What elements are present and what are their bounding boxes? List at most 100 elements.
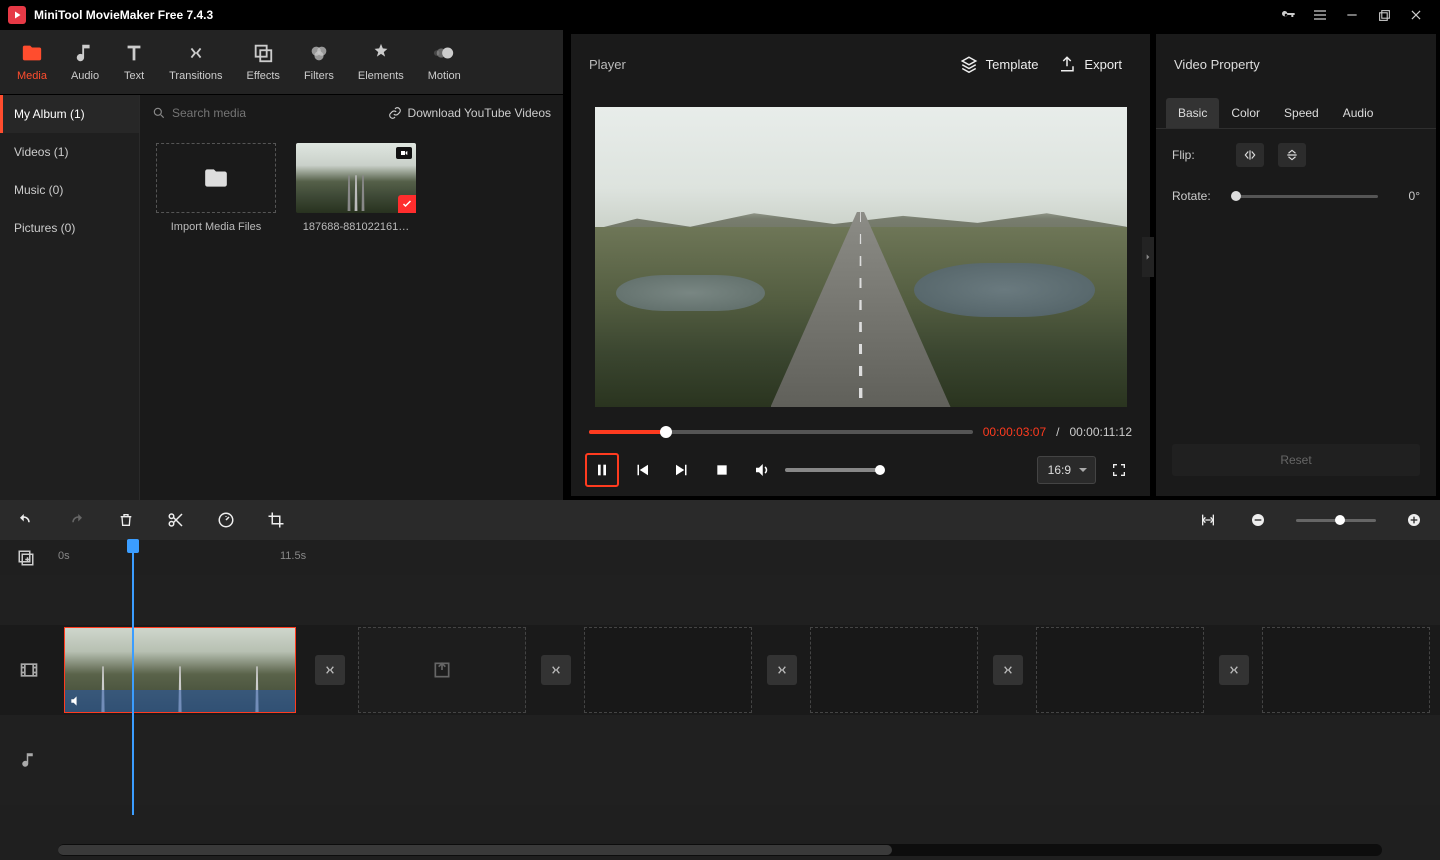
- export-icon: [1058, 55, 1076, 73]
- tab-media[interactable]: Media: [5, 30, 59, 95]
- album-item-myalbum[interactable]: My Album (1): [0, 95, 139, 133]
- timeline-hscrollbar[interactable]: [58, 844, 1382, 856]
- rotate-slider[interactable]: [1236, 195, 1378, 198]
- zoom-out-button[interactable]: [1246, 508, 1270, 532]
- crop-button[interactable]: [264, 508, 288, 532]
- preview-area: [571, 94, 1150, 420]
- time-total: 00:00:11:12: [1069, 425, 1132, 439]
- time-separator: /: [1056, 425, 1059, 439]
- tab-motion[interactable]: Motion: [416, 30, 473, 95]
- album-item-music[interactable]: Music (0): [0, 171, 139, 209]
- timeline-clip-1[interactable]: [64, 627, 296, 713]
- license-key-icon[interactable]: [1272, 0, 1304, 30]
- fullscreen-button[interactable]: [1102, 453, 1136, 487]
- search-icon: [152, 106, 166, 120]
- empty-slot-3[interactable]: [810, 627, 978, 713]
- menu-icon[interactable]: [1304, 0, 1336, 30]
- clip-thumbnail[interactable]: [296, 143, 416, 213]
- prop-tab-color[interactable]: Color: [1219, 98, 1272, 128]
- album-item-pictures[interactable]: Pictures (0): [0, 209, 139, 247]
- import-box[interactable]: [156, 143, 276, 213]
- stop-button[interactable]: [705, 453, 739, 487]
- tab-filters[interactable]: Filters: [292, 30, 346, 95]
- transition-slot-1[interactable]: [315, 655, 345, 685]
- hscroll-thumb[interactable]: [58, 845, 892, 855]
- zoom-in-button[interactable]: [1402, 508, 1426, 532]
- export-button[interactable]: Export: [1048, 49, 1132, 79]
- tab-effects[interactable]: Effects: [235, 30, 292, 95]
- empty-slot-2[interactable]: [584, 627, 752, 713]
- progress-row: 00:00:03:07 / 00:00:11:12: [571, 420, 1150, 444]
- prev-frame-button[interactable]: [625, 453, 659, 487]
- empty-slot-1[interactable]: [358, 627, 526, 713]
- clip-speaker-icon: [69, 694, 83, 708]
- transition-slot-5[interactable]: [1219, 655, 1249, 685]
- rotate-row: Rotate: 0°: [1172, 189, 1420, 203]
- zoom-slider[interactable]: [1296, 519, 1376, 522]
- add-track-button[interactable]: [14, 546, 38, 570]
- main-area: Media Audio Text Transitions Effects Fil…: [0, 30, 1440, 500]
- undo-button[interactable]: [14, 508, 38, 532]
- transition-slot-2[interactable]: [541, 655, 571, 685]
- progress-thumb[interactable]: [660, 426, 672, 438]
- close-button[interactable]: [1400, 0, 1432, 30]
- redo-button[interactable]: [64, 508, 88, 532]
- app-title: MiniTool MovieMaker Free 7.4.3: [34, 8, 213, 22]
- rotate-thumb[interactable]: [1231, 191, 1241, 201]
- pause-button[interactable]: [585, 453, 619, 487]
- speed-button[interactable]: [214, 508, 238, 532]
- empty-slot-5[interactable]: [1262, 627, 1430, 713]
- video-preview[interactable]: [595, 107, 1127, 407]
- maximize-button[interactable]: [1368, 0, 1400, 30]
- overlay-track-icon: [0, 575, 58, 625]
- export-label: Export: [1084, 57, 1122, 72]
- volume-slider[interactable]: [785, 468, 880, 472]
- split-button[interactable]: [164, 508, 188, 532]
- template-button[interactable]: Template: [950, 49, 1049, 79]
- album-item-videos[interactable]: Videos (1): [0, 133, 139, 171]
- delete-button[interactable]: [114, 508, 138, 532]
- timeline-toolbar: [0, 500, 1440, 540]
- search-input[interactable]: [172, 106, 312, 120]
- tab-transitions[interactable]: Transitions: [157, 30, 234, 95]
- media-clip-1[interactable]: 187688-881022161…: [296, 143, 416, 233]
- clip-audio-strip: [65, 690, 295, 712]
- tab-label: Audio: [71, 70, 99, 82]
- tab-elements[interactable]: Elements: [346, 30, 416, 95]
- media-thumbnails: Import Media Files 187688-88102: [140, 131, 563, 245]
- prop-tab-basic[interactable]: Basic: [1166, 98, 1219, 128]
- tab-text[interactable]: Text: [111, 30, 157, 95]
- properties-body: Flip: Rotate: 0°: [1156, 129, 1436, 217]
- next-frame-button[interactable]: [665, 453, 699, 487]
- video-track[interactable]: [0, 625, 1440, 715]
- volume-thumb[interactable]: [875, 465, 885, 475]
- flip-horizontal-button[interactable]: [1236, 143, 1264, 167]
- audio-track[interactable]: [0, 715, 1440, 805]
- import-media-tile[interactable]: Import Media Files: [156, 143, 276, 233]
- zoom-thumb[interactable]: [1335, 515, 1345, 525]
- progress-track[interactable]: [589, 430, 973, 434]
- video-track-content[interactable]: [58, 625, 1440, 715]
- ratio-value: 16:9: [1048, 463, 1071, 477]
- volume-icon[interactable]: [745, 453, 779, 487]
- import-label: Import Media Files: [156, 221, 276, 233]
- playhead[interactable]: [132, 540, 134, 815]
- prop-tab-speed[interactable]: Speed: [1272, 98, 1331, 128]
- download-youtube-link[interactable]: Download YouTube Videos: [388, 106, 551, 120]
- prop-tab-audio[interactable]: Audio: [1331, 98, 1386, 128]
- collapse-properties-handle[interactable]: [1142, 237, 1154, 277]
- flip-vertical-button[interactable]: [1278, 143, 1306, 167]
- transition-slot-3[interactable]: [767, 655, 797, 685]
- tab-audio[interactable]: Audio: [59, 30, 111, 95]
- transition-slot-4[interactable]: [993, 655, 1023, 685]
- minimize-button[interactable]: [1336, 0, 1368, 30]
- media-main: Download YouTube Videos Import Media Fil…: [140, 95, 563, 500]
- media-header: Download YouTube Videos: [140, 95, 563, 131]
- overlay-track[interactable]: [0, 575, 1440, 625]
- fit-timeline-button[interactable]: [1196, 508, 1220, 532]
- reset-button[interactable]: Reset: [1172, 444, 1420, 476]
- timeline-ruler[interactable]: 0s 11.5s: [0, 540, 1440, 575]
- empty-slot-4[interactable]: [1036, 627, 1204, 713]
- aspect-ratio-select[interactable]: 16:9: [1037, 456, 1096, 484]
- flip-row: Flip:: [1172, 143, 1420, 167]
